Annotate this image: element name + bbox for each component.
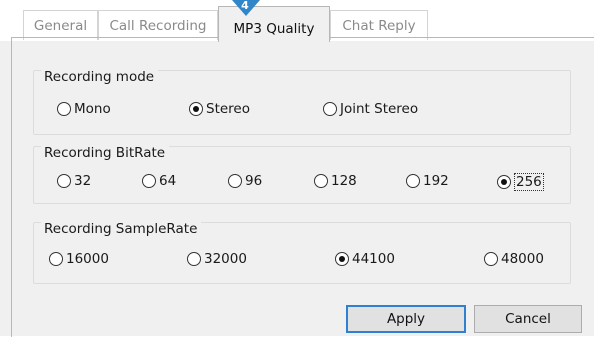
recording-bitrate-title: Recording BitRate (41, 145, 170, 161)
radio-bitrate-64-label: 64 (159, 173, 177, 189)
radio-bitrate-32-label: 32 (74, 173, 92, 189)
radio-samplerate-44100-circle[interactable] (335, 252, 349, 266)
radio-samplerate-48000[interactable]: 48000 (484, 251, 544, 267)
radio-bitrate-96-label: 96 (245, 173, 263, 189)
radio-joint-stereo[interactable]: Joint Stereo (323, 101, 418, 117)
radio-samplerate-16000-label: 16000 (66, 251, 109, 267)
radio-bitrate-128-circle[interactable] (314, 174, 328, 188)
radio-mono[interactable]: Mono (57, 101, 111, 117)
radio-bitrate-192[interactable]: 192 (406, 173, 449, 189)
radio-samplerate-32000[interactable]: 32000 (187, 251, 247, 267)
recording-bitrate-group: Recording BitRate (33, 145, 571, 204)
radio-bitrate-96[interactable]: 96 (228, 173, 262, 189)
radio-samplerate-32000-circle[interactable] (187, 252, 201, 266)
radio-bitrate-256[interactable]: 256 (497, 173, 544, 191)
tab-strip: General Call Recording MP3 Quality Chat … (0, 0, 594, 42)
radio-samplerate-48000-label: 48000 (501, 251, 544, 267)
tab-call-recording[interactable]: Call Recording (98, 10, 218, 40)
radio-samplerate-32000-label: 32000 (204, 251, 247, 267)
radio-samplerate-44100-label: 44100 (352, 251, 395, 267)
radio-samplerate-44100[interactable]: 44100 (335, 251, 395, 267)
tab-chat-reply[interactable]: Chat Reply (330, 10, 428, 40)
radio-bitrate-64[interactable]: 64 (142, 173, 176, 189)
radio-bitrate-128-label: 128 (331, 173, 357, 189)
radio-bitrate-32[interactable]: 32 (57, 173, 91, 189)
radio-bitrate-192-circle[interactable] (406, 174, 420, 188)
radio-bitrate-64-circle[interactable] (142, 174, 156, 188)
recording-samplerate-title: Recording SampleRate (41, 221, 202, 237)
recording-mode-group: Recording mode (33, 69, 571, 135)
radio-joint-stereo-circle[interactable] (323, 102, 337, 116)
radio-stereo-circle[interactable] (189, 102, 203, 116)
mp3-quality-dialog: General Call Recording MP3 Quality Chat … (0, 0, 594, 337)
radio-joint-stereo-label: Joint Stereo (340, 101, 419, 117)
radio-bitrate-256-circle[interactable] (497, 175, 511, 189)
radio-bitrate-256-label: 256 (514, 173, 544, 191)
radio-bitrate-128[interactable]: 128 (314, 173, 357, 189)
radio-stereo-label: Stereo (206, 101, 250, 117)
tab-general[interactable]: General (23, 10, 98, 40)
cancel-button[interactable]: Cancel (474, 305, 582, 333)
apply-button[interactable]: Apply (346, 305, 466, 333)
radio-samplerate-16000-circle[interactable] (49, 252, 63, 266)
radio-mono-label: Mono (74, 101, 111, 117)
recording-mode-title: Recording mode (41, 69, 159, 85)
radio-bitrate-192-label: 192 (423, 173, 449, 189)
step-badge-number: 4 (241, 0, 249, 12)
radio-stereo[interactable]: Stereo (189, 101, 250, 117)
radio-bitrate-32-circle[interactable] (57, 174, 71, 188)
radio-samplerate-48000-circle[interactable] (484, 252, 498, 266)
radio-samplerate-16000[interactable]: 16000 (49, 251, 109, 267)
radio-mono-circle[interactable] (57, 102, 71, 116)
radio-bitrate-96-circle[interactable] (228, 174, 242, 188)
